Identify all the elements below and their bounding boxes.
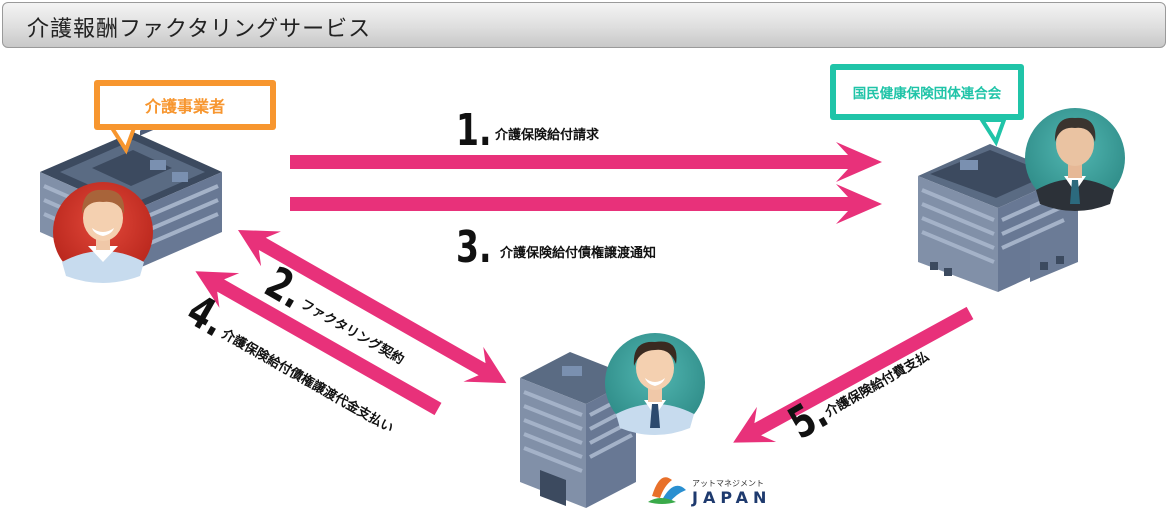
logo-name: JAPAN: [691, 488, 771, 507]
federation-person-avatar: [1025, 108, 1125, 211]
provider-person-avatar: [53, 182, 153, 283]
step-3-label: 3. 介護保険給付債権譲渡通知: [456, 222, 656, 273]
factoring-company-person-avatar: [605, 333, 705, 435]
arrow-step-3: [290, 184, 882, 224]
federation-label-callout: 国民健康保険団体連合会: [830, 64, 1024, 147]
provider-label: 介護事業者: [144, 97, 225, 116]
provider-label-callout: 介護事業者: [94, 80, 276, 155]
logo-kana: アットマネジメント: [692, 479, 764, 488]
federation-label: 国民健康保険団体連合会: [853, 85, 1002, 102]
step-1-text: 介護保険給付請求: [494, 127, 600, 143]
arrow-step-5: [733, 306, 974, 443]
step-1-number: 1.: [456, 105, 491, 156]
company-logo: アットマネジメント JAPAN: [648, 477, 771, 507]
step-1-label: 1. 介護保険給付請求: [456, 105, 600, 156]
factoring-flow-diagram: 介護事業者 国民健康保険団体連合会 アットマネジメント JAPAN 1. 介護保…: [40, 64, 1125, 508]
arrow-step-1: [290, 142, 882, 182]
step-3-number: 3.: [456, 222, 491, 273]
step-3-text: 介護保険給付債権譲渡通知: [499, 245, 656, 261]
